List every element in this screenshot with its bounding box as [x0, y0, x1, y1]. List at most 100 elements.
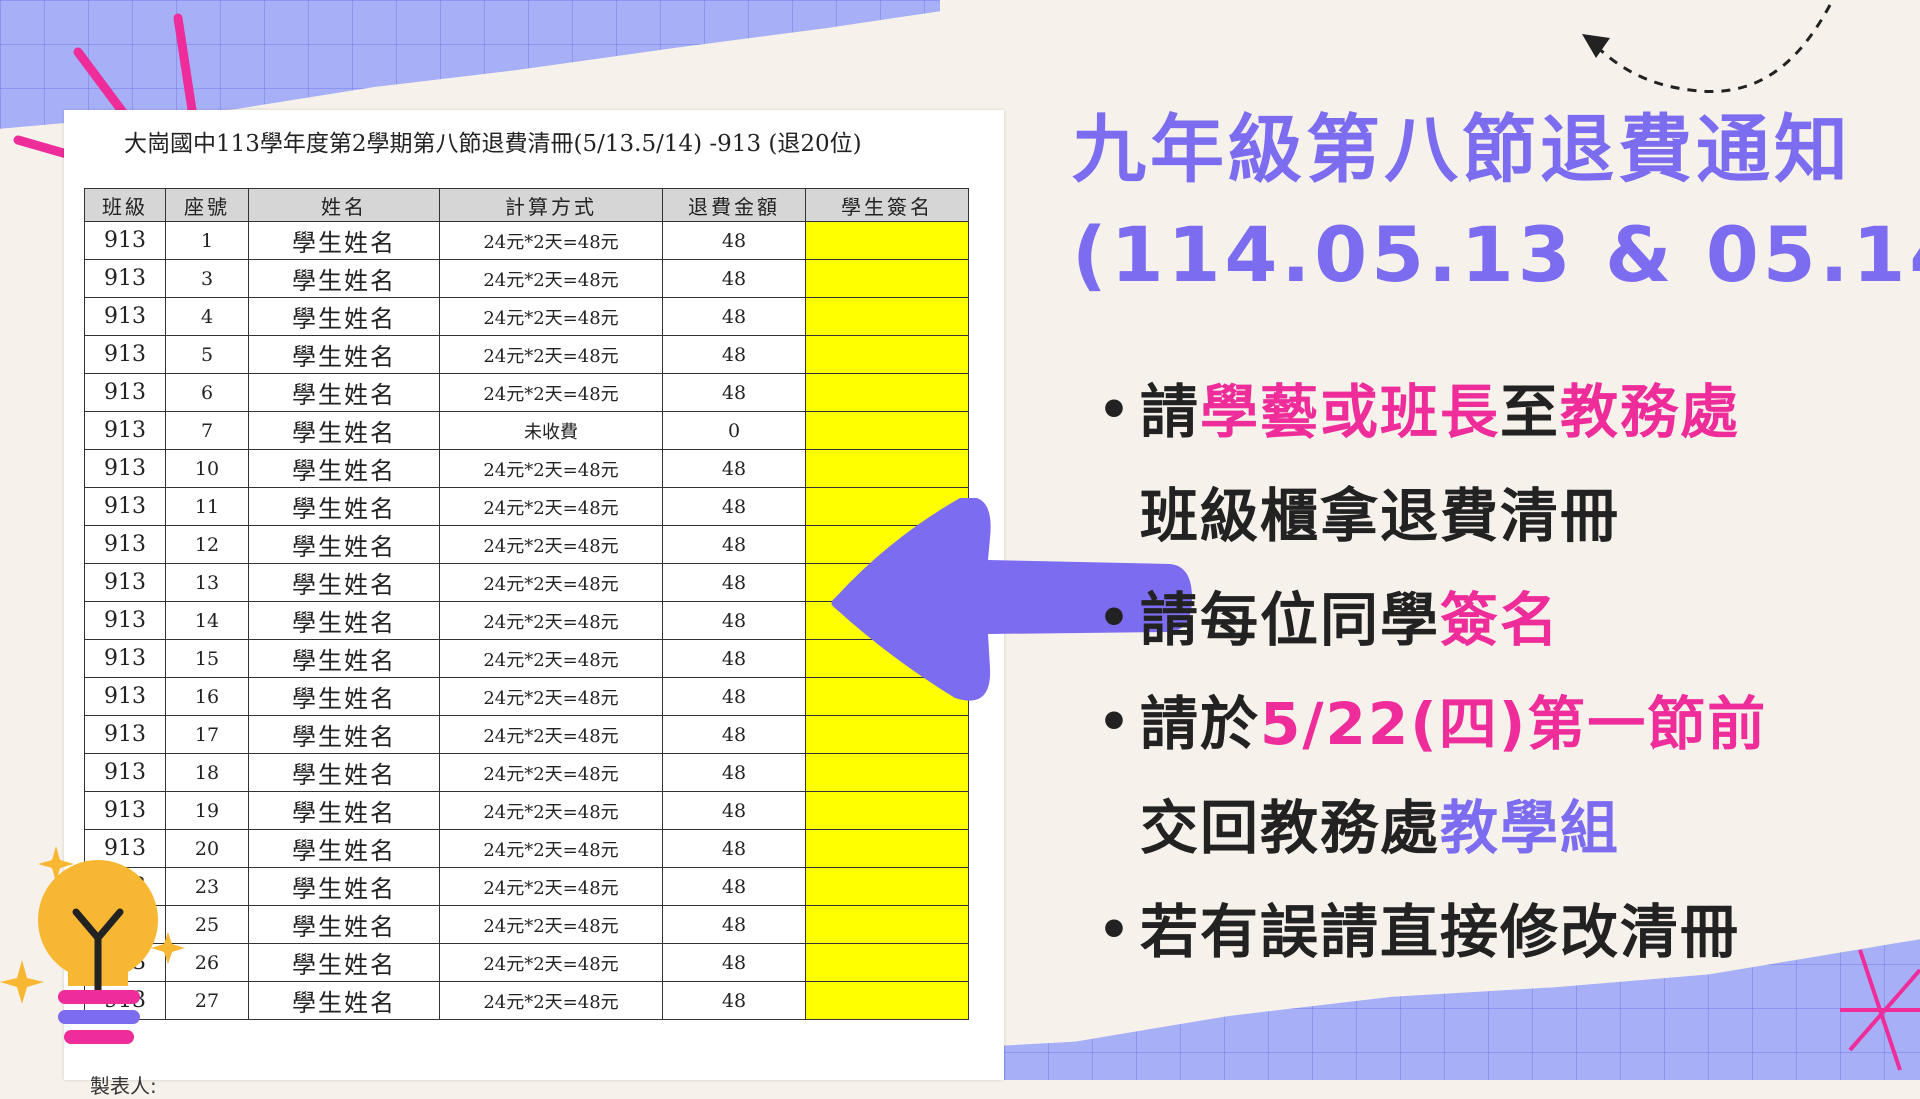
- table-row: 913 18 學生姓名 24元*2天=48元 48: [84, 753, 969, 792]
- cell-refund-amount: 48: [662, 905, 806, 944]
- table-row: 913 4 學生姓名 24元*2天=48元 48: [84, 297, 969, 336]
- cell-student-signature[interactable]: [805, 259, 969, 298]
- cell-refund-amount: 48: [662, 449, 806, 488]
- instruction-item: • 請學藝或班長至教務處 班級櫃拿退費清冊: [1098, 360, 1900, 568]
- table-row: 913 10 學生姓名 24元*2天=48元 48: [84, 449, 969, 488]
- cell-class: 913: [84, 373, 166, 412]
- cell-student-name: 學生姓名: [248, 981, 440, 1020]
- instruction-line: 請於5/22(四)第一節前: [1140, 672, 1900, 776]
- instruction-item: • 請於5/22(四)第一節前 交回教務處教學組: [1098, 672, 1900, 880]
- cell-refund-amount: 48: [662, 943, 806, 982]
- lightbulb-icon: [0, 846, 185, 1044]
- cell-student-name: 學生姓名: [248, 221, 440, 260]
- instruction-text: 請每位同學: [1140, 586, 1441, 654]
- cell-calculation: 24元*2天=48元: [439, 867, 663, 906]
- cell-calculation: 24元*2天=48元: [439, 905, 663, 944]
- cell-student-name: 學生姓名: [248, 601, 440, 640]
- cell-refund-amount: 48: [662, 715, 806, 754]
- cell-student-name: 學生姓名: [248, 525, 440, 564]
- instruction-highlight: 5/22(四)第一節前: [1260, 690, 1768, 758]
- cell-class: 913: [84, 715, 166, 754]
- bullet-dot: •: [1098, 589, 1132, 647]
- cell-class: 913: [84, 487, 166, 526]
- cell-seat: 12: [165, 525, 249, 564]
- instruction-item: • 請每位同學簽名: [1098, 568, 1900, 672]
- instruction-text: 若有誤請直接修改清冊: [1140, 898, 1741, 966]
- cell-seat: 15: [165, 639, 249, 678]
- cell-class: 913: [84, 639, 166, 678]
- bullet-dot: •: [1098, 693, 1132, 751]
- header-name: 姓名: [248, 188, 440, 222]
- cell-student-name: 學生姓名: [248, 563, 440, 602]
- cell-student-signature[interactable]: [805, 753, 969, 792]
- cell-calculation: 24元*2天=48元: [439, 753, 663, 792]
- instruction-line: 請每位同學簽名: [1140, 568, 1900, 672]
- cell-class: 913: [84, 601, 166, 640]
- header-calculation: 計算方式: [439, 188, 663, 222]
- cell-calculation: 24元*2天=48元: [439, 981, 663, 1020]
- table-row: 913 1 學生姓名 24元*2天=48元 48: [84, 221, 969, 260]
- cell-refund-amount: 48: [662, 677, 806, 716]
- cell-calculation: 24元*2天=48元: [439, 525, 663, 564]
- cell-student-name: 學生姓名: [248, 905, 440, 944]
- cell-student-signature[interactable]: [805, 943, 969, 982]
- table-row: 913 6 學生姓名 24元*2天=48元 48: [84, 373, 969, 412]
- cell-refund-amount: 48: [662, 867, 806, 906]
- cell-student-signature[interactable]: [805, 297, 969, 336]
- cell-refund-amount: 48: [662, 829, 806, 868]
- table-header-row: 班級 座號 姓名 計算方式 退費金額 學生簽名: [84, 188, 969, 222]
- cell-calculation: 24元*2天=48元: [439, 791, 663, 830]
- cell-student-name: 學生姓名: [248, 449, 440, 488]
- cell-student-name: 學生姓名: [248, 867, 440, 906]
- cell-refund-amount: 0: [662, 411, 806, 450]
- cell-calculation: 未收費: [439, 411, 663, 450]
- cell-student-signature[interactable]: [805, 335, 969, 374]
- cell-seat: 17: [165, 715, 249, 754]
- cell-seat: 14: [165, 601, 249, 640]
- cell-calculation: 24元*2天=48元: [439, 829, 663, 868]
- instruction-highlight: 簽名: [1440, 586, 1561, 654]
- cell-class: 913: [84, 677, 166, 716]
- instruction-text: 請於: [1140, 690, 1261, 758]
- cell-student-name: 學生姓名: [248, 791, 440, 830]
- cell-refund-amount: 48: [662, 601, 806, 640]
- cell-student-signature[interactable]: [805, 905, 969, 944]
- cell-student-name: 學生姓名: [248, 677, 440, 716]
- cell-class: 913: [84, 297, 166, 336]
- cell-student-signature[interactable]: [805, 221, 969, 260]
- cell-class: 913: [84, 449, 166, 488]
- cell-student-name: 學生姓名: [248, 297, 440, 336]
- header-refund-amount: 退費金額: [662, 188, 806, 222]
- cell-calculation: 24元*2天=48元: [439, 487, 663, 526]
- instruction-highlight: 學藝或班長: [1200, 378, 1501, 446]
- cell-student-signature[interactable]: [805, 867, 969, 906]
- cell-student-signature[interactable]: [805, 791, 969, 830]
- document-title: 大崗國中113學年度第2學期第八節退費清冊(5/13.5/14) -913 (退…: [124, 131, 862, 157]
- cell-refund-amount: 48: [662, 981, 806, 1020]
- cell-student-signature[interactable]: [805, 981, 969, 1020]
- bullet-dot: •: [1098, 381, 1132, 439]
- cell-refund-amount: 48: [662, 335, 806, 374]
- instruction-highlight: 教學組: [1440, 794, 1621, 862]
- cell-calculation: 24元*2天=48元: [439, 373, 663, 412]
- cell-student-signature[interactable]: [805, 829, 969, 868]
- cell-student-signature[interactable]: [805, 449, 969, 488]
- table-row: 913 5 學生姓名 24元*2天=48元 48: [84, 335, 969, 374]
- cell-seat: 1: [165, 221, 249, 260]
- cell-calculation: 24元*2天=48元: [439, 297, 663, 336]
- cell-student-name: 學生姓名: [248, 487, 440, 526]
- cell-class: 913: [84, 525, 166, 564]
- notice-headline: 九年級第八節退費通知 (114.05.13 & 05.14): [1072, 100, 1920, 310]
- cell-student-name: 學生姓名: [248, 411, 440, 450]
- header-class: 班級: [84, 188, 166, 222]
- table-row: 913 17 學生姓名 24元*2天=48元 48: [84, 715, 969, 754]
- table-row: 913 3 學生姓名 24元*2天=48元 48: [84, 259, 969, 298]
- cell-student-signature[interactable]: [805, 373, 969, 412]
- cell-calculation: 24元*2天=48元: [439, 715, 663, 754]
- table-row: 913 7 學生姓名 未收費 0: [84, 411, 969, 450]
- cell-student-signature[interactable]: [805, 715, 969, 754]
- cell-class: 913: [84, 259, 166, 298]
- cell-seat: 7: [165, 411, 249, 450]
- cell-student-name: 學生姓名: [248, 943, 440, 982]
- cell-student-signature[interactable]: [805, 411, 969, 450]
